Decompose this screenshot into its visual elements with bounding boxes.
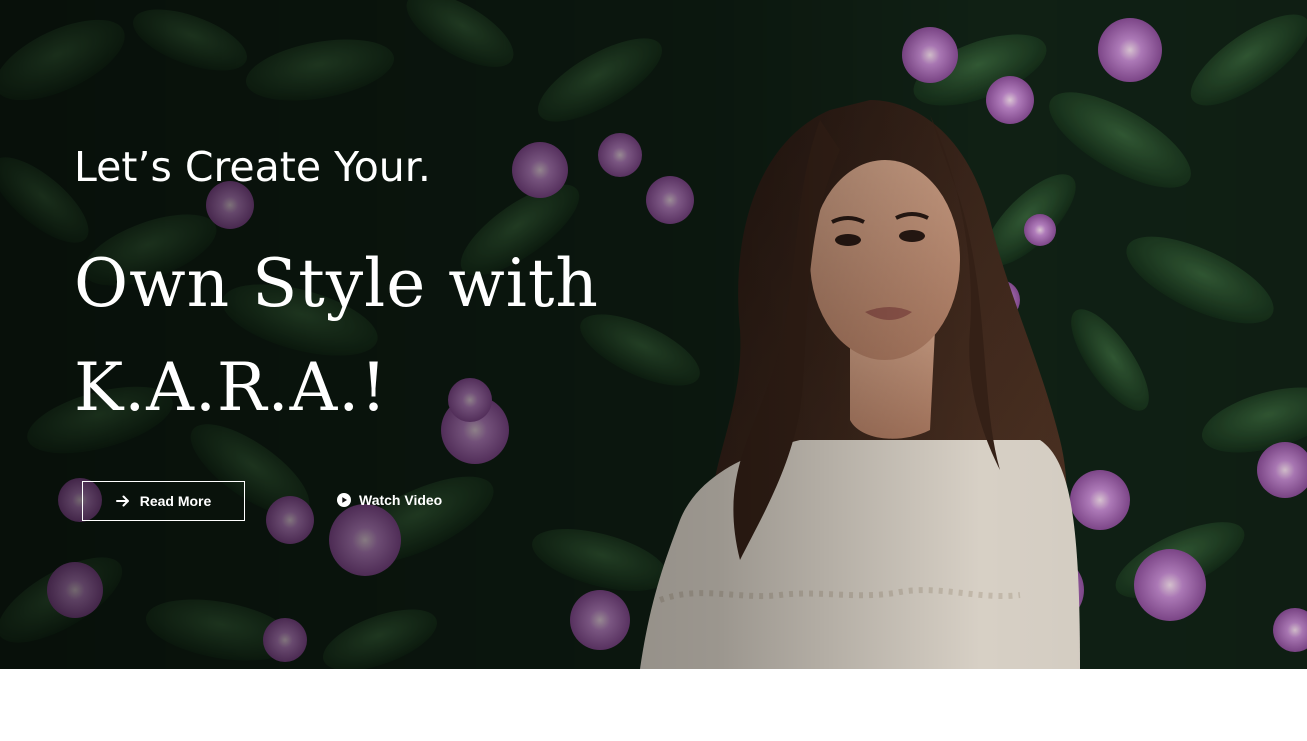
hero-text-block: Let’s Create Your. Own Style with K.A.R.…	[74, 140, 598, 426]
page-content-area	[0, 669, 1307, 741]
hero-headline: Own Style with K.A.R.A.!	[74, 232, 714, 440]
arrow-right-icon	[115, 495, 129, 507]
play-circle-icon	[337, 493, 351, 507]
hero-subtitle: Let’s Create Your.	[74, 143, 431, 191]
hero-headline-line2: K.A.R.A.!	[74, 349, 388, 426]
watch-video-label: Watch Video	[359, 492, 443, 508]
watch-video-button[interactable]: Watch Video	[337, 488, 442, 512]
hero-headline-line1: Own Style with	[74, 245, 599, 322]
hero-section: Let’s Create Your. Own Style with K.A.R.…	[0, 0, 1307, 669]
read-more-button[interactable]: Read More	[82, 481, 245, 521]
read-more-label: Read More	[139, 493, 212, 509]
